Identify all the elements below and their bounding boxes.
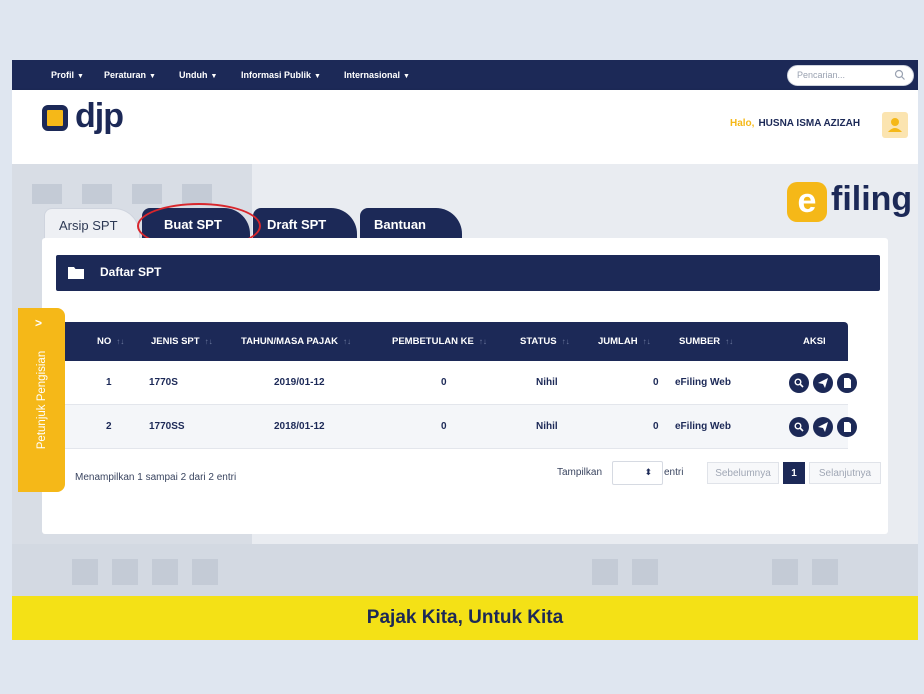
nav-profil[interactable]: Profil ▼ xyxy=(51,60,84,90)
search-placeholder: Pencarian... xyxy=(797,70,846,80)
caret-down-icon: ▼ xyxy=(210,73,218,80)
sort-icon: ↑↓ xyxy=(561,337,570,346)
next-page-button[interactable]: Selanjutnya xyxy=(809,462,881,484)
send-button[interactable] xyxy=(813,417,833,437)
col-no[interactable]: NO ↑↓ xyxy=(97,322,124,361)
entries-label: entri xyxy=(664,467,684,478)
select-arrows-icon: ⬍ xyxy=(644,467,652,477)
show-label: Tampilkan xyxy=(557,467,603,478)
col-sumber[interactable]: SUMBER ↑↓ xyxy=(679,322,733,361)
cell-sumber: eFiling Web xyxy=(675,421,731,432)
search-icon xyxy=(794,422,804,432)
search-icon xyxy=(794,378,804,388)
panel-header: Daftar SPT xyxy=(56,255,880,291)
col-pembetulan-ke[interactable]: PEMBETULAN KE ↑↓ xyxy=(392,322,487,361)
view-button[interactable] xyxy=(789,417,809,437)
document-button[interactable] xyxy=(837,417,857,437)
sort-icon: ↑↓ xyxy=(725,337,734,346)
document-icon xyxy=(844,422,851,432)
document-icon xyxy=(844,378,851,388)
cell-jenis-spt: 1770S xyxy=(149,377,178,388)
petunjuk-pengisian-tab[interactable]: > Petunjuk Pengisian xyxy=(18,308,65,492)
efiling-window: Profil ▼ Peraturan ▼ Unduh ▼ Informasi Publ… xyxy=(12,60,918,640)
cell-sumber: eFiling Web xyxy=(675,377,731,388)
side-tab-label: Petunjuk Pengisian xyxy=(36,350,48,450)
efiling-logo-e: e xyxy=(787,182,827,222)
top-nav: Profil ▼ Peraturan ▼ Unduh ▼ Informasi Publ… xyxy=(12,60,918,90)
sort-icon: ↑↓ xyxy=(342,337,351,346)
user-name[interactable]: HUSNA ISMA AZIZAH xyxy=(758,118,860,129)
col-aksi: AKSI xyxy=(803,336,826,347)
site-header: djp Halo, HUSNA ISMA AZIZAH xyxy=(12,90,918,164)
table-row: 1 1770S 2019/01-12 0 Nihil 0 eFiling Web xyxy=(44,361,857,405)
col-jenis-spt[interactable]: JENIS SPT ↑↓ xyxy=(151,322,213,361)
page-1-button[interactable]: 1 xyxy=(783,462,805,484)
cell-jenis-spt: 1770SS xyxy=(149,421,185,432)
search-icon[interactable] xyxy=(894,69,906,81)
search-input[interactable]: Pencarian... xyxy=(787,65,914,86)
document-button[interactable] xyxy=(837,373,857,393)
entries-select[interactable]: ⬍ xyxy=(612,461,663,485)
efiling-logo-text: filing xyxy=(831,180,913,218)
sort-icon: ↑↓ xyxy=(116,337,125,346)
caret-down-icon: ▼ xyxy=(314,73,321,80)
caret-down-icon: ▼ xyxy=(403,73,410,80)
nav-peraturan[interactable]: Peraturan ▼ xyxy=(104,60,156,90)
prev-page-button[interactable]: Sebelumnya xyxy=(707,462,779,484)
cell-jumlah: 0 xyxy=(653,421,659,432)
folder-icon xyxy=(68,267,84,279)
user-avatar-icon[interactable] xyxy=(882,112,908,138)
col-tahun-masa-pajak[interactable]: TAHUN/MASA PAJAK ↑↓ xyxy=(241,322,351,361)
djp-logo-mark[interactable] xyxy=(42,105,68,131)
tab-arsip-spt[interactable]: Arsip SPT xyxy=(44,208,140,241)
footer-slogan: Pajak Kita, Untuk Kita xyxy=(12,596,918,640)
tab-draft-spt[interactable]: Draft SPT xyxy=(253,208,357,241)
cell-pembetulan: 0 xyxy=(441,377,447,388)
chevron-right-icon: > xyxy=(35,316,43,330)
cell-status: Nihil xyxy=(536,421,558,432)
col-status[interactable]: STATUS ↑↓ xyxy=(520,322,570,361)
caret-down-icon: ▼ xyxy=(77,73,84,80)
tab-bantuan[interactable]: Bantuan xyxy=(360,208,462,241)
cell-tahun: 2019/01-12 xyxy=(274,377,325,388)
send-button[interactable] xyxy=(813,373,833,393)
cell-tahun: 2018/01-12 xyxy=(274,421,325,432)
table-info: Menampilkan 1 sampai 2 dari 2 entri xyxy=(75,472,237,483)
caret-down-icon: ▼ xyxy=(149,73,156,80)
col-jumlah[interactable]: JUMLAH ↑↓ xyxy=(598,322,651,361)
nav-internasional[interactable]: Internasional ▼ xyxy=(344,60,410,90)
cell-pembetulan: 0 xyxy=(441,421,447,432)
djp-logo-text[interactable]: djp xyxy=(75,97,124,136)
cell-jumlah: 0 xyxy=(653,377,659,388)
table-row: 2 1770SS 2018/01-12 0 Nihil 0 eFiling We… xyxy=(44,405,857,449)
send-icon xyxy=(818,422,828,432)
panel-title: Daftar SPT xyxy=(100,265,162,279)
cell-no: 1 xyxy=(106,377,112,388)
sort-icon: ↑↓ xyxy=(204,337,213,346)
sort-icon: ↑↓ xyxy=(478,337,487,346)
user-greeting: Halo, HUSNA ISMA AZIZAH xyxy=(730,118,861,129)
send-icon xyxy=(818,378,828,388)
sort-icon: ↑↓ xyxy=(642,337,651,346)
cell-status: Nihil xyxy=(536,377,558,388)
table-header: NO ↑↓ JENIS SPT ↑↓ TAHUN/MASA PAJAK ↑↓ PEMB… xyxy=(44,322,848,361)
nav-unduh[interactable]: Unduh ▼ xyxy=(179,60,217,90)
nav-informasi-publik[interactable]: Informasi Publik ▼ xyxy=(241,60,321,90)
cell-no: 2 xyxy=(106,421,112,432)
view-button[interactable] xyxy=(789,373,809,393)
